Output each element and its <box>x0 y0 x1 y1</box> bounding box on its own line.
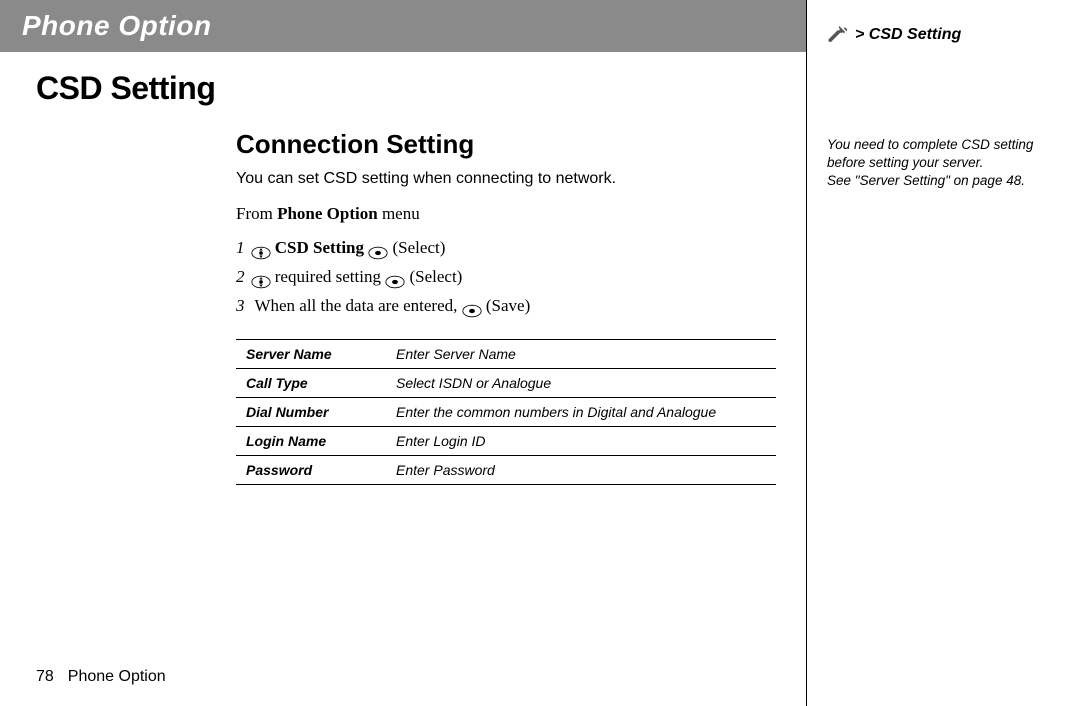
page-number: 78 <box>36 668 54 685</box>
page-title: CSD Setting <box>36 70 776 107</box>
table-value: Enter the common numbers in Digital and … <box>386 397 776 426</box>
step-item: 1 CSD Setting (Select) <box>236 234 776 263</box>
side-note-line2: See "Server Setting" on page 48. <box>827 172 1062 190</box>
header-title: Phone Option <box>22 10 212 41</box>
step-text: (Select) <box>405 267 462 286</box>
nav-key-icon <box>251 270 271 284</box>
step-item: 3 When all the data are entered, (Save) <box>236 292 776 321</box>
from-bold: Phone Option <box>277 204 378 223</box>
intro-text: You can set CSD setting when connecting … <box>236 170 776 188</box>
select-key-icon <box>462 299 482 313</box>
side-note-line1: You need to complete CSD setting before … <box>827 136 1062 172</box>
table-key: Password <box>236 455 386 484</box>
table-key: Server Name <box>236 339 386 368</box>
page: Phone Option CSD Setting Connection Sett… <box>0 0 1080 706</box>
step-item: 2 required setting (Select) <box>236 263 776 292</box>
from-prefix: From <box>236 204 277 223</box>
from-line: From Phone Option menu <box>236 204 776 224</box>
footer-section: Phone Option <box>68 668 166 685</box>
wrench-icon <box>827 24 849 46</box>
step-text: (Save) <box>482 296 531 315</box>
table-key: Login Name <box>236 426 386 455</box>
table-value: Enter Login ID <box>386 426 776 455</box>
table-value: Enter Password <box>386 455 776 484</box>
table-row: PasswordEnter Password <box>236 455 776 484</box>
table-key: Call Type <box>236 368 386 397</box>
settings-tbody: Server NameEnter Server NameCall TypeSel… <box>236 339 776 484</box>
side-column: > CSD Setting You need to complete CSD s… <box>806 0 1080 706</box>
table-row: Dial NumberEnter the common numbers in D… <box>236 397 776 426</box>
subsection-title: Connection Setting <box>236 129 776 160</box>
table-row: Call TypeSelect ISDN or Analogue <box>236 368 776 397</box>
select-key-icon <box>385 270 405 284</box>
header-bar: Phone Option <box>0 0 806 52</box>
table-key: Dial Number <box>236 397 386 426</box>
step-number: 2 <box>236 267 245 286</box>
settings-table: Server NameEnter Server NameCall TypeSel… <box>236 339 776 485</box>
breadcrumb: > CSD Setting <box>827 24 1062 46</box>
step-text-bold: CSD Setting <box>271 238 369 257</box>
step-text: required setting <box>271 267 386 286</box>
step-number: 1 <box>236 238 245 257</box>
side-note: You need to complete CSD setting before … <box>827 136 1062 191</box>
table-value: Select ISDN or Analogue <box>386 368 776 397</box>
table-row: Login NameEnter Login ID <box>236 426 776 455</box>
from-suffix: menu <box>378 204 420 223</box>
nav-key-icon <box>251 241 271 255</box>
steps-list: 1 CSD Setting (Select)2 required setting… <box>236 234 776 321</box>
table-row: Server NameEnter Server Name <box>236 339 776 368</box>
step-text: (Select) <box>388 238 445 257</box>
select-key-icon <box>368 241 388 255</box>
breadcrumb-label: > CSD Setting <box>855 26 961 44</box>
content-area: CSD Setting Connection Setting You can s… <box>0 52 806 485</box>
step-text: When all the data are entered, <box>251 296 462 315</box>
main-column: Phone Option CSD Setting Connection Sett… <box>0 0 806 706</box>
footer: 78 Phone Option <box>36 668 166 686</box>
table-value: Enter Server Name <box>386 339 776 368</box>
subsection: Connection Setting You can set CSD setti… <box>236 129 776 485</box>
step-number: 3 <box>236 296 245 315</box>
